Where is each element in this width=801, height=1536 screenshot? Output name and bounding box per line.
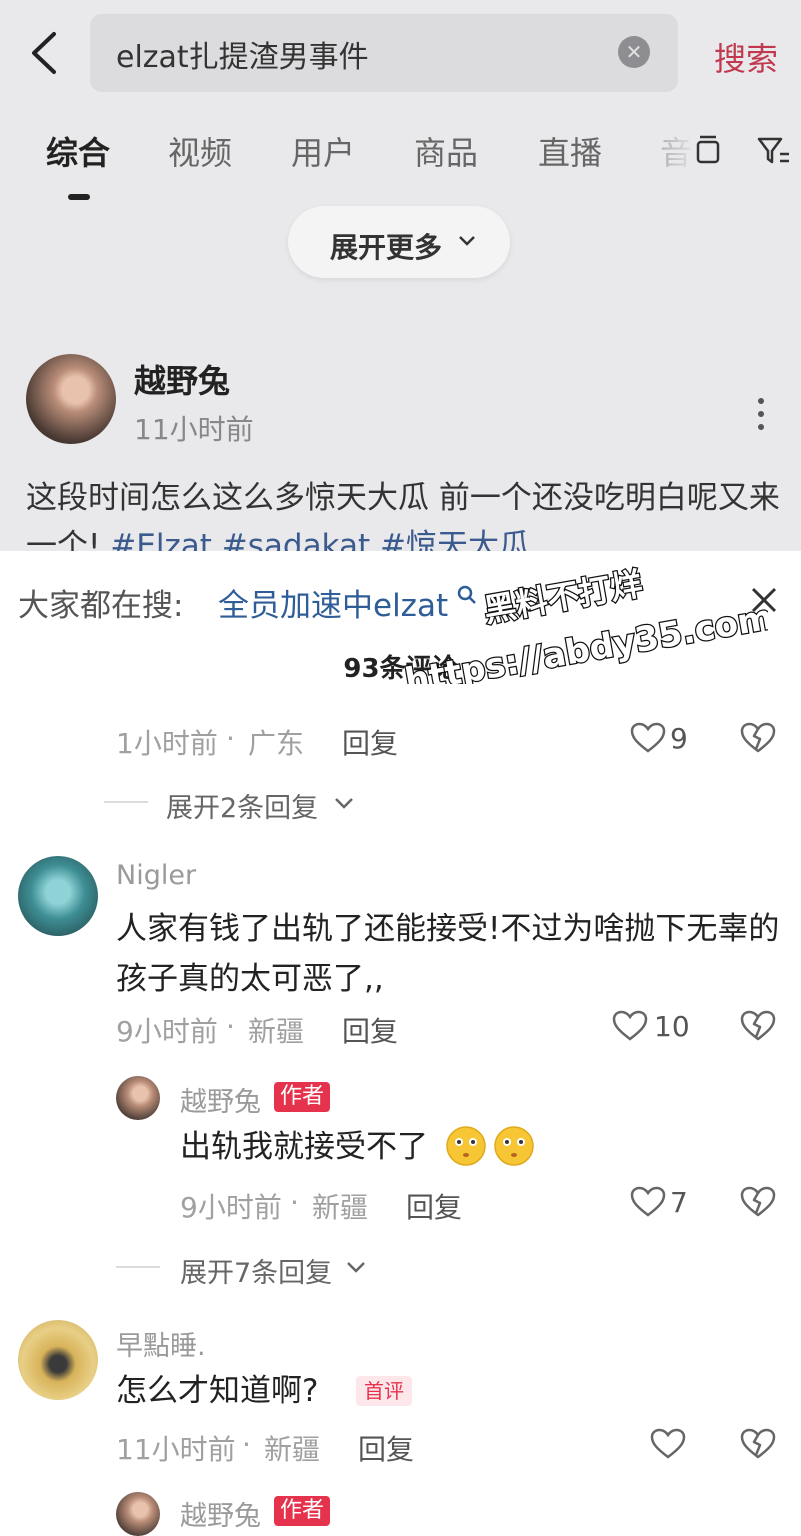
expand-more-button[interactable]: 展开更多	[288, 206, 510, 278]
post-author-avatar[interactable]	[26, 354, 116, 444]
suggested-search-label: 大家都在搜:	[18, 588, 184, 624]
thinking-emoji-icon	[446, 1126, 486, 1166]
filter-icon[interactable]	[756, 134, 790, 168]
comment-text: 怎么才知道啊?	[116, 1373, 319, 1409]
search-query: elzat扎提渣男事件	[116, 40, 369, 75]
reply-author-name[interactable]: 越野兔	[180, 1080, 261, 1119]
comment-time: 9小时前	[116, 1015, 218, 1048]
divider	[104, 801, 148, 803]
tab-users[interactable]: 用户	[291, 128, 355, 174]
post-author-name[interactable]: 越野兔	[134, 356, 230, 402]
expand-more-label: 展开更多	[330, 231, 443, 264]
watermark-line1: 黑料不打烊	[481, 565, 645, 630]
commenter-avatar[interactable]	[18, 856, 98, 936]
comment-time: 1小时前	[116, 727, 218, 760]
active-tab-indicator	[68, 194, 90, 200]
like-count: 7	[670, 1186, 688, 1219]
more-options-icon[interactable]	[752, 396, 770, 432]
reply-text: 出轨我就接受不了	[180, 1129, 428, 1165]
post-body: 这段时间怎么这么多惊天大瓜 前一个还没吃明白呢又来一个! #Elzat #sad…	[26, 474, 786, 551]
tab-fade	[655, 128, 699, 176]
hashtag-link[interactable]: #Elzat	[110, 528, 212, 551]
thinking-emoji-icon	[494, 1126, 534, 1166]
first-comment-badge: 首评	[356, 1376, 412, 1406]
reply-time: 9小时前	[180, 1191, 282, 1224]
chevron-down-icon	[335, 798, 353, 809]
hashtag-link[interactable]: #惊天大瓜	[380, 528, 530, 551]
comment-text: 人家有钱了出轨了还能接受!不过为啥抛下无辜的孩子真的太可恶了,,	[116, 911, 780, 997]
layout-icon[interactable]	[696, 134, 720, 166]
clear-icon[interactable]: ✕	[618, 36, 650, 68]
reply-region: 新疆	[312, 1191, 369, 1224]
broken-heart-icon[interactable]	[740, 722, 776, 754]
comment-region: 新疆	[248, 1015, 305, 1048]
reply-button[interactable]: 回复	[358, 1428, 414, 1468]
comment-region: 广东	[248, 727, 305, 760]
expand-replies[interactable]: 展开7条回复	[180, 1251, 332, 1290]
like-count: 10	[654, 1010, 690, 1043]
watermark: 黑料不打烊 https://abdy35.com	[401, 564, 768, 684]
commenter-avatar[interactable]	[18, 1320, 98, 1400]
heart-icon[interactable]	[650, 1428, 686, 1460]
comment-region: 新疆	[264, 1433, 321, 1466]
author-badge: 作者	[274, 1496, 331, 1526]
broken-heart-icon[interactable]	[740, 1186, 776, 1218]
like-count: 9	[670, 722, 688, 755]
broken-heart-icon[interactable]	[740, 1428, 776, 1460]
tab-live[interactable]: 直播	[538, 128, 602, 174]
heart-icon[interactable]	[630, 1186, 666, 1218]
reply-author-name[interactable]: 越野兔	[180, 1494, 261, 1533]
search-button[interactable]: 搜索	[714, 34, 778, 80]
commenter-name[interactable]: 早點睡.	[116, 1324, 206, 1363]
reply-button[interactable]: 回复	[406, 1186, 462, 1226]
meta-separator: ·	[226, 722, 235, 755]
meta-separator: ·	[226, 1010, 235, 1043]
chevron-down-icon	[347, 1262, 365, 1273]
heart-icon[interactable]	[630, 722, 666, 754]
broken-heart-icon[interactable]	[740, 1010, 776, 1042]
reply-button[interactable]: 回复	[342, 1010, 398, 1050]
post-time: 11小时前	[134, 413, 254, 446]
search-input[interactable]: elzat扎提渣男事件 ✕	[90, 14, 678, 92]
hashtag-link[interactable]: #sadakat	[222, 528, 370, 551]
search-results-background: elzat扎提渣男事件 ✕ 搜索 综合 视频 用户 商品 直播 音 展开更多 越…	[0, 0, 801, 551]
meta-separator: ·	[242, 1428, 251, 1461]
tab-goods[interactable]: 商品	[414, 128, 478, 174]
meta-separator: ·	[290, 1186, 299, 1219]
back-arrow-icon[interactable]	[26, 30, 66, 76]
tab-video[interactable]: 视频	[168, 128, 232, 174]
commenter-name[interactable]: Nigler	[116, 860, 196, 891]
author-badge: 作者	[274, 1082, 331, 1112]
expand-replies[interactable]: 展开2条回复	[166, 786, 318, 825]
divider	[116, 1266, 160, 1268]
heart-icon[interactable]	[612, 1010, 648, 1042]
tab-comprehensive[interactable]: 综合	[46, 128, 110, 174]
reply-author-avatar[interactable]	[116, 1492, 160, 1536]
reply-author-avatar[interactable]	[116, 1076, 160, 1120]
chevron-down-icon	[459, 236, 475, 246]
comment-time: 11小时前	[116, 1433, 236, 1466]
reply-button[interactable]: 回复	[342, 722, 398, 762]
